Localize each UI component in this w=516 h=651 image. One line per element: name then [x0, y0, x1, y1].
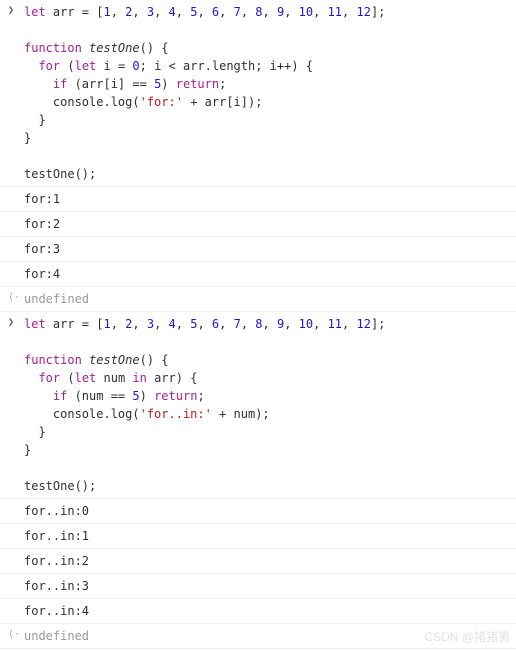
- input-marker-icon: ❯: [8, 3, 14, 18]
- console-log-output: for:1: [0, 187, 516, 212]
- console-log-output: for:3: [0, 237, 516, 262]
- code-block-2: let arr = [1, 2, 3, 4, 5, 6, 7, 8, 9, 10…: [24, 315, 516, 495]
- console-log-output: for..in:3: [0, 574, 516, 599]
- console-input-1[interactable]: ❯ let arr = [1, 2, 3, 4, 5, 6, 7, 8, 9, …: [0, 0, 516, 187]
- console-result-1: ⟨· undefined: [0, 287, 516, 312]
- input-marker-icon: ❯: [8, 315, 14, 330]
- console-input-2[interactable]: ❯ let arr = [1, 2, 3, 4, 5, 6, 7, 8, 9, …: [0, 312, 516, 499]
- console-log-output: for..in:4: [0, 599, 516, 624]
- code-block-1: let arr = [1, 2, 3, 4, 5, 6, 7, 8, 9, 10…: [24, 3, 516, 183]
- console-log-output: for:2: [0, 212, 516, 237]
- console-log-output: for..in:1: [0, 524, 516, 549]
- output-marker-icon: ⟨·: [8, 290, 20, 305]
- console-log-output: for..in:0: [0, 499, 516, 524]
- console-log-output: for..in:2: [0, 549, 516, 574]
- watermark: CSDN @猪猪男: [424, 628, 510, 645]
- console-log-output: for:4: [0, 262, 516, 287]
- output-marker-icon: ⟨·: [8, 627, 20, 642]
